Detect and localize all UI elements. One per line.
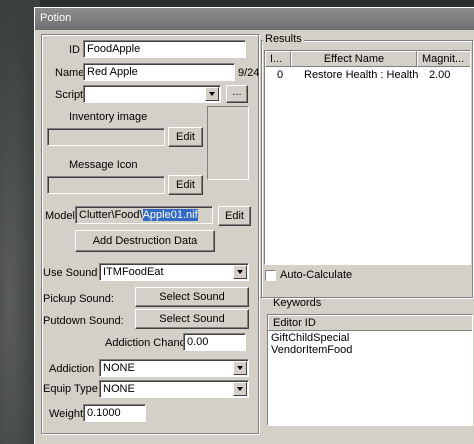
auto-calculate-checkbox[interactable] (265, 270, 276, 281)
model-edit-button[interactable]: Edit (218, 206, 251, 226)
use-sound-value: ITMFoodEat (103, 266, 164, 278)
message-icon-label: Message Icon (69, 159, 138, 171)
addiction-label: Addiction (49, 363, 95, 375)
row-effect-name: Restore Health : Health (304, 69, 419, 81)
message-edit-button[interactable]: Edit (168, 175, 203, 195)
list-item[interactable]: GiftChildSpecial (271, 332, 349, 344)
equip-type-value: NONE (103, 383, 135, 395)
putdown-select-sound-button[interactable]: Select Sound (135, 309, 249, 329)
list-item[interactable]: VendorItemFood (271, 344, 352, 356)
script-browse-button[interactable]: ... (226, 85, 248, 103)
addiction-chance-field[interactable]: 0.00 (183, 333, 246, 351)
keywords-list[interactable]: Editor ID GiftChildSpecial VendorItemFoo… (267, 314, 473, 426)
message-icon-path (47, 176, 165, 194)
name-char-count: 9/24 (238, 67, 260, 79)
pickup-sound-label: Pickup Sound: (43, 293, 114, 305)
chevron-down-icon[interactable] (205, 87, 219, 101)
keywords-title: Keywords (273, 297, 322, 309)
addiction-select[interactable]: NONE (99, 359, 249, 377)
results-title: Results (263, 33, 304, 45)
inventory-image-preview (207, 106, 249, 180)
window-title: Potion (40, 12, 72, 24)
id-label: ID (69, 44, 80, 56)
use-sound-select[interactable]: ITMFoodEat (99, 263, 249, 281)
name-field[interactable]: Red Apple (83, 63, 235, 81)
window-titlebar[interactable]: Potion (35, 8, 474, 30)
weight-label: Weight (49, 408, 84, 420)
results-column-effect[interactable]: Effect Name (291, 51, 417, 67)
inventory-image-path (47, 128, 165, 146)
row-magnitude: 2.00 (429, 69, 451, 81)
pickup-select-sound-button[interactable]: Select Sound (135, 287, 249, 307)
use-sound-label: Use Sound (43, 267, 98, 279)
table-row[interactable]: 0 Restore Health : Health 2.00 (265, 69, 470, 83)
chevron-down-icon[interactable] (233, 361, 247, 375)
results-list[interactable]: I... Effect Name Magnit... 0 Restore Hea… (264, 50, 471, 265)
model-path-field[interactable]: Clutter\Food\Apple01.nif (75, 206, 213, 224)
results-column-magnitude[interactable]: Magnit... (417, 51, 470, 67)
inventory-image-label: Inventory image (69, 111, 148, 123)
putdown-sound-label: Putdown Sound: (43, 315, 124, 327)
addiction-chance-label: Addiction Chance (105, 337, 192, 349)
model-path-selected: Apple01.nif (142, 209, 198, 221)
name-label: Name (55, 67, 85, 79)
equip-type-label: Equip Type (43, 383, 98, 395)
script-select[interactable] (83, 85, 221, 103)
addiction-value: NONE (103, 362, 135, 374)
chevron-down-icon[interactable] (233, 265, 247, 279)
results-column-index[interactable]: I... (265, 51, 291, 67)
chevron-down-icon[interactable] (233, 382, 247, 396)
model-label: Model (45, 210, 75, 222)
inventory-edit-button[interactable]: Edit (168, 127, 203, 147)
add-destruction-data-button[interactable]: Add Destruction Data (75, 230, 215, 252)
weight-field[interactable]: 0.1000 (83, 404, 146, 422)
row-index: 0 (277, 69, 284, 81)
model-path-prefix: Clutter\Food\ (79, 209, 143, 221)
id-field[interactable]: FoodApple (83, 40, 246, 58)
script-label: Script (55, 89, 84, 101)
keywords-column-editor-id[interactable]: Editor ID (268, 315, 472, 331)
auto-calculate-label: Auto-Calculate (280, 269, 353, 281)
potion-window: Potion ID FoodApple Name Red Apple 9/24 … (34, 7, 474, 444)
equip-type-select[interactable]: NONE (99, 380, 249, 398)
